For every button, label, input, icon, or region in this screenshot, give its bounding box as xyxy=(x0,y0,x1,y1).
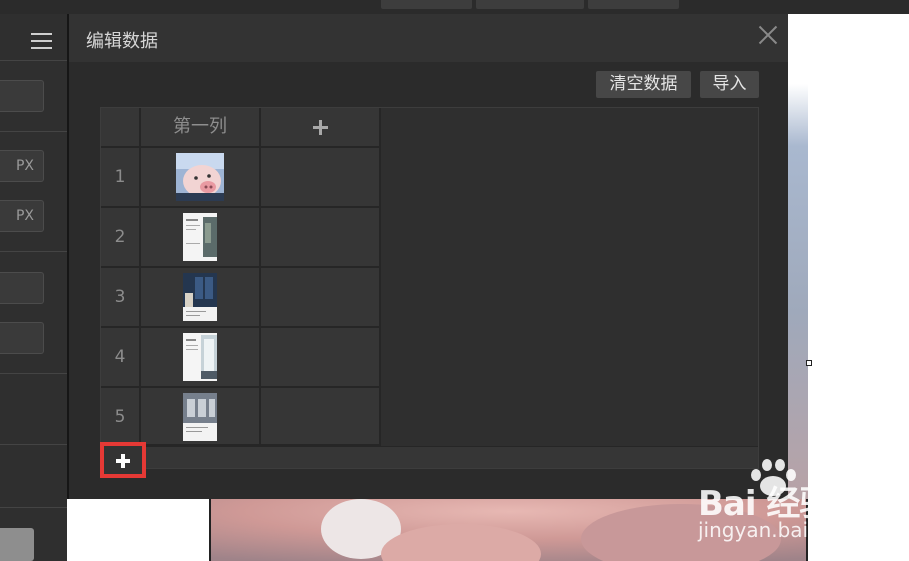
divider xyxy=(0,131,67,132)
pig-thumbnail xyxy=(176,153,224,201)
image-cell[interactable] xyxy=(141,328,261,388)
row-number: 5 xyxy=(101,388,141,446)
corner-cell xyxy=(101,108,141,148)
image-cell[interactable] xyxy=(141,148,261,208)
property-input[interactable] xyxy=(0,80,44,112)
empty-cell[interactable] xyxy=(261,208,381,268)
row-number: 2 xyxy=(101,208,141,268)
top-toolbar-strip xyxy=(0,0,909,14)
close-icon[interactable] xyxy=(756,23,780,47)
add-column-button[interactable] xyxy=(261,108,381,148)
canvas-image-edge xyxy=(788,14,808,499)
brochure-thumbnail xyxy=(183,333,217,381)
width-input[interactable]: PX xyxy=(0,150,44,182)
image-cell[interactable] xyxy=(141,388,261,446)
watermark: Bai 经验 jingyan.baidu.com xyxy=(698,458,903,548)
dialog-header: 编辑数据 xyxy=(69,14,788,62)
row-number: 3 xyxy=(101,268,141,328)
divider xyxy=(0,251,67,252)
divider xyxy=(0,60,67,61)
empty-cell[interactable] xyxy=(261,268,381,328)
grid-footer xyxy=(101,446,758,468)
add-row-button[interactable] xyxy=(100,442,146,478)
property-input[interactable] xyxy=(0,272,44,304)
clear-data-button[interactable]: 清空数据 xyxy=(596,71,691,98)
plus-icon xyxy=(116,454,130,468)
empty-cell[interactable] xyxy=(261,148,381,208)
edit-data-dialog: 编辑数据 清空数据 导入 第一列 1 2 3 4 5 xyxy=(67,14,788,499)
brochure-thumbnail xyxy=(183,393,217,441)
apply-button[interactable] xyxy=(0,528,34,561)
resize-handle[interactable] xyxy=(806,360,812,366)
divider xyxy=(0,373,67,374)
dialog-title: 编辑数据 xyxy=(86,31,158,52)
data-grid: 第一列 1 2 3 4 5 xyxy=(100,107,759,469)
image-cell[interactable] xyxy=(141,208,261,268)
toolbar-tab[interactable] xyxy=(381,0,472,9)
empty-cell[interactable] xyxy=(261,328,381,388)
property-input[interactable] xyxy=(0,322,44,354)
properties-panel: PX PX xyxy=(0,14,67,561)
empty-cell[interactable] xyxy=(261,388,381,446)
height-input[interactable]: PX xyxy=(0,200,44,232)
toolbar-tab[interactable] xyxy=(476,0,584,9)
divider xyxy=(0,444,67,445)
brochure-thumbnail xyxy=(183,273,217,321)
watermark-url: jingyan.baidu.com xyxy=(698,518,883,542)
row-number: 1 xyxy=(101,148,141,208)
row-number: 4 xyxy=(101,328,141,388)
plus-icon xyxy=(313,120,328,135)
menu-icon[interactable] xyxy=(31,33,52,54)
toolbar-tab[interactable] xyxy=(588,0,679,9)
column-header[interactable]: 第一列 xyxy=(141,108,261,148)
image-cell[interactable] xyxy=(141,268,261,328)
divider xyxy=(0,507,67,508)
import-button[interactable]: 导入 xyxy=(700,71,759,98)
brochure-thumbnail xyxy=(183,213,217,261)
